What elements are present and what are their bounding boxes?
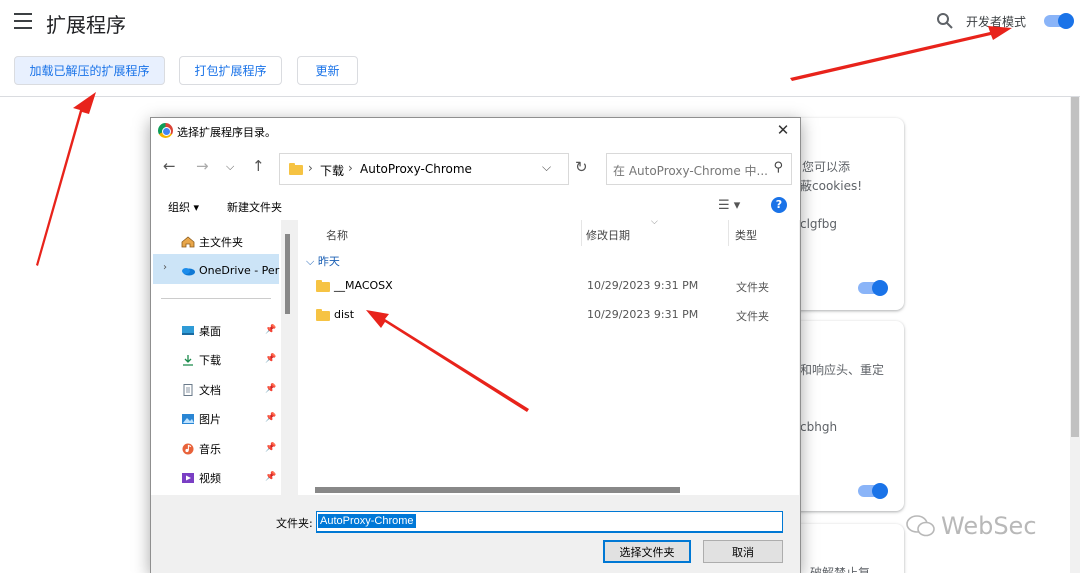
pin-icon[interactable]: 📌 <box>265 354 276 364</box>
search-placeholder: 在 AutoProxy-Chrome 中... <box>613 164 768 178</box>
navigation-pane: › 主文件夹 OneDrive - Per 桌面 下载 文档 图片 音乐 视频 … <box>151 220 281 495</box>
pin-icon[interactable]: 📌 <box>265 325 276 335</box>
breadcrumb-separator: › <box>348 161 353 175</box>
onedrive-icon <box>182 267 195 275</box>
home-icon <box>181 236 195 248</box>
nav-separator <box>161 298 271 299</box>
wechat-logo-icon <box>906 515 935 537</box>
hamburger-menu-icon[interactable] <box>14 13 32 29</box>
header-divider <box>0 96 1080 97</box>
pin-icon[interactable]: 📌 <box>265 443 276 453</box>
folder-search-input[interactable]: 在 AutoProxy-Chrome 中... ⚲ <box>606 153 792 185</box>
extension-description: 蔽cookies! <box>800 179 863 193</box>
command-bar: 组织 ▾ 新建文件夹 ☰ ▾ ? <box>151 194 800 220</box>
select-folder-button[interactable]: 选择文件夹 <box>603 540 691 563</box>
download-icon <box>183 355 193 366</box>
annotation-arrow <box>36 92 96 266</box>
pin-icon[interactable]: 📌 <box>265 384 276 394</box>
dialog-footer: 文件夹: AutoProxy-Chrome 选择文件夹 取消 <box>151 495 800 573</box>
address-dropdown-chevron-icon[interactable]: ⌵ <box>542 160 551 175</box>
cancel-button[interactable]: 取消 <box>703 540 783 563</box>
expand-chevron-icon[interactable]: › <box>163 262 167 273</box>
back-arrow-icon[interactable]: ← <box>163 157 176 175</box>
recent-locations-chevron-icon[interactable]: ⌵ <box>226 160 234 174</box>
page-scrollbar[interactable] <box>1070 97 1080 573</box>
new-folder-button[interactable]: 新建文件夹 <box>227 199 282 215</box>
folder-icon <box>316 280 330 292</box>
nav-item-downloads[interactable]: 下载 <box>181 352 221 368</box>
watermark-text: WebSec <box>941 512 1037 540</box>
folder-name-input[interactable]: AutoProxy-Chrome <box>316 511 783 533</box>
dialog-titlebar: 选择扩展程序目录。 ✕ <box>151 118 800 144</box>
search-icon[interactable] <box>936 12 954 30</box>
extensions-header: 扩展程序 开发者模式 <box>0 0 1080 48</box>
extension-toggle[interactable] <box>858 483 888 499</box>
horizontal-scrollbar[interactable] <box>298 485 799 495</box>
desktop-icon <box>182 326 194 335</box>
developer-mode-label: 开发者模式 <box>966 15 1027 29</box>
file-row[interactable]: dist 10/29/2023 9:31 PM 文件夹 <box>298 302 799 328</box>
column-header-date[interactable]: 修改日期 <box>586 227 630 243</box>
address-bar[interactable]: › 下载 › AutoProxy-Chrome ⌵ <box>279 153 569 185</box>
file-date: 10/29/2023 9:31 PM <box>587 279 699 292</box>
update-button[interactable]: 更新 <box>297 56 358 85</box>
file-name: dist <box>334 308 355 321</box>
load-unpacked-button[interactable]: 加载已解压的扩展程序 <box>14 56 165 85</box>
pictures-icon <box>182 414 194 424</box>
forward-arrow-icon[interactable]: → <box>196 157 209 175</box>
nav-item-videos[interactable]: 视频 <box>181 470 221 486</box>
select-folder-dialog: 选择扩展程序目录。 ✕ ← → ⌵ ↑ › 下载 › AutoProxy-Chr… <box>150 117 801 573</box>
developer-mode-toggle[interactable] <box>1044 13 1074 29</box>
nav-item-desktop[interactable]: 桌面 <box>181 323 221 339</box>
close-icon[interactable]: ✕ <box>774 121 792 139</box>
extension-id: cbhgh <box>800 420 838 434</box>
navigation-scrollbar[interactable] <box>282 220 294 495</box>
column-header-type[interactable]: 类型 <box>735 227 757 243</box>
document-icon <box>183 384 193 396</box>
pin-icon[interactable]: 📌 <box>265 472 276 482</box>
folder-field-label: 文件夹: <box>276 517 313 530</box>
breadcrumb-autoproxy[interactable]: AutoProxy-Chrome <box>360 162 472 176</box>
organize-menu[interactable]: 组织 ▾ <box>168 199 199 215</box>
nav-item-documents[interactable]: 文档 <box>181 382 221 398</box>
view-options-icon[interactable]: ☰ ▾ <box>718 198 740 213</box>
page-title: 扩展程序 <box>46 13 126 37</box>
dialog-title: 选择扩展程序目录。 <box>177 126 276 139</box>
folder-name-value: AutoProxy-Chrome <box>318 514 416 528</box>
nav-item-music[interactable]: 音乐 <box>181 441 221 457</box>
video-icon <box>182 473 194 483</box>
extension-description: 破解禁止复 <box>810 566 871 573</box>
search-icon: ⚲ <box>773 160 783 175</box>
column-divider[interactable] <box>581 220 582 246</box>
nav-item-home[interactable]: 主文件夹 <box>181 234 243 250</box>
chrome-icon <box>158 123 173 138</box>
folder-icon <box>316 309 330 321</box>
file-row[interactable]: __MACOSX 10/29/2023 9:31 PM 文件夹 <box>298 273 799 299</box>
folder-icon <box>289 163 303 175</box>
file-list: 名称 ⌵ 修改日期 类型 ⌵ 昨天 __MACOSX 10/29/2023 9:… <box>298 217 799 495</box>
breadcrumb-downloads[interactable]: 下载 <box>320 162 344 179</box>
watermark: WebSec <box>905 512 1037 540</box>
extension-toggle[interactable] <box>858 280 888 296</box>
help-icon[interactable]: ? <box>771 197 787 213</box>
file-date: 10/29/2023 9:31 PM <box>587 308 699 321</box>
refresh-icon[interactable]: ↻ <box>575 158 588 176</box>
up-arrow-icon[interactable]: ↑ <box>252 157 265 175</box>
extension-id: clgfbg <box>800 217 838 231</box>
column-header-name[interactable]: 名称 <box>326 227 348 243</box>
group-header-yesterday[interactable]: ⌵ 昨天 <box>306 253 340 269</box>
nav-item-pictures[interactable]: 图片 <box>181 411 221 427</box>
breadcrumb-separator: › <box>308 161 313 175</box>
nav-item-onedrive[interactable]: OneDrive - Per <box>181 264 279 277</box>
pin-icon[interactable]: 📌 <box>265 413 276 423</box>
file-name: __MACOSX <box>334 279 393 292</box>
column-divider[interactable] <box>728 220 729 246</box>
file-type: 文件夹 <box>736 310 769 323</box>
sort-chevron-icon: ⌵ <box>651 217 658 227</box>
extension-description: 和响应头、重定 <box>800 363 885 377</box>
dialog-navbar: ← → ⌵ ↑ › 下载 › AutoProxy-Chrome ⌵ ↻ 在 Au… <box>151 144 800 194</box>
music-icon <box>182 443 194 455</box>
pack-extension-button[interactable]: 打包扩展程序 <box>179 56 282 85</box>
file-type: 文件夹 <box>736 281 769 294</box>
